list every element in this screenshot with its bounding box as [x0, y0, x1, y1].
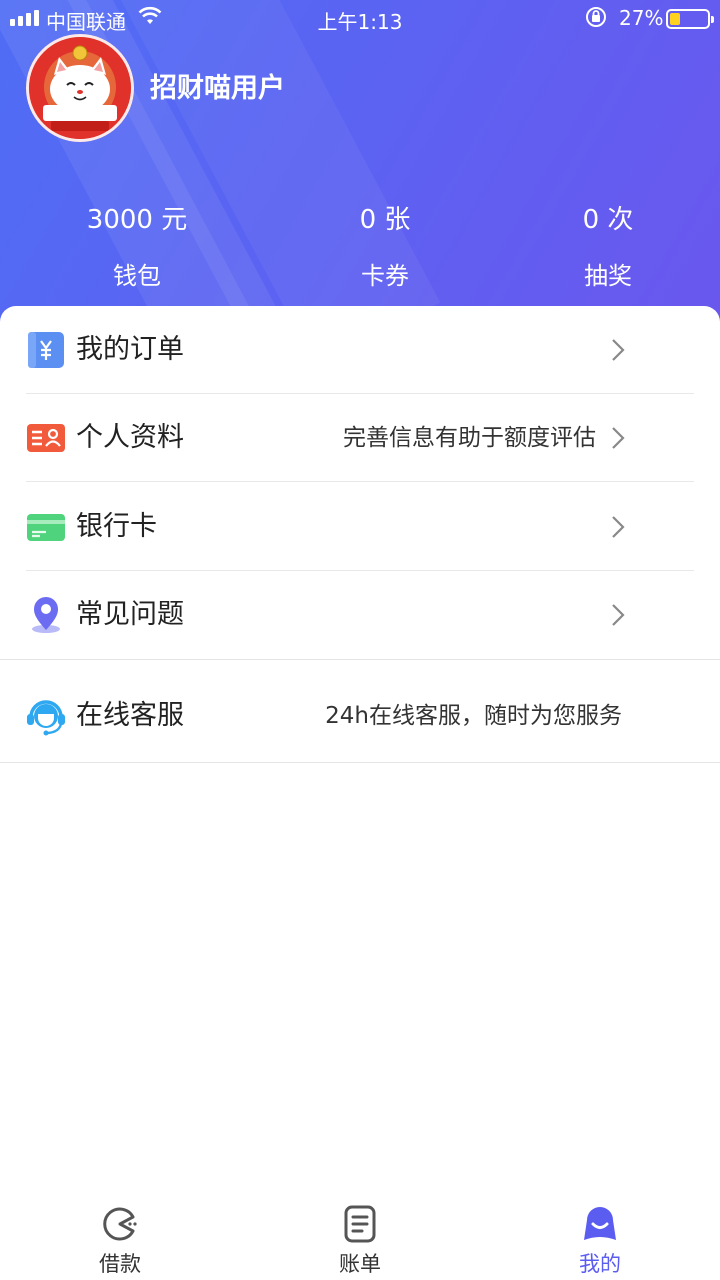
clock-label: 上午1:13: [317, 10, 403, 34]
menu-item-label: 个人资料: [76, 422, 184, 453]
loan-icon: [103, 1207, 137, 1241]
battery-icon: [666, 9, 714, 29]
coupons-value: 0 张: [359, 205, 411, 235]
battery-percent: 27%: [619, 6, 664, 30]
battery-level: [670, 13, 680, 25]
chevron-right-icon: [612, 427, 625, 449]
menu-item-label: 银行卡: [76, 511, 157, 542]
lottery-label: 抽奖: [584, 262, 632, 290]
menu-item-hint: 完善信息有助于额度评估: [343, 425, 596, 451]
stat-coupons[interactable]: 0 张 卡券: [265, 200, 505, 291]
my-account-page: 中国联通 上午1:13 27% 招财喵用户 3000 元 钱包 0 张 卡券 0…: [0, 0, 720, 1280]
chevron-right-icon: [612, 604, 625, 626]
menu-item-faq[interactable]: 常见问题: [0, 571, 720, 659]
tab-label: 借款: [99, 1252, 141, 1276]
menu-item-orders[interactable]: 我的订单: [0, 306, 720, 394]
menu-item-label: 常见问题: [76, 599, 184, 630]
menu-card: 我的订单 个人资料 完善信息有助于额度评估 银行卡 常见问题 在线客服 24h在…: [0, 306, 720, 766]
location-faq-icon: [32, 597, 60, 633]
username: 招财喵用户: [150, 73, 285, 104]
tab-mine[interactable]: 我的: [540, 1204, 660, 1278]
profile-header: 中国联通 上午1:13 27% 招财喵用户 3000 元 钱包 0 张 卡券 0…: [0, 0, 720, 330]
mine-icon: [584, 1207, 616, 1240]
tab-label: 账单: [339, 1252, 381, 1276]
headset-icon: [27, 700, 65, 736]
menu-item-label: 我的订单: [76, 334, 184, 365]
order-yuan-icon: [28, 332, 64, 368]
stat-lottery[interactable]: 0 次 抽奖: [488, 200, 720, 291]
stat-wallet[interactable]: 3000 元 钱包: [17, 200, 257, 291]
lottery-value: 0 次: [582, 205, 634, 235]
service-label: 在线客服: [76, 700, 184, 731]
avatar[interactable]: [26, 34, 134, 142]
menu-item-online-service[interactable]: 在线客服 24h在线客服，随时为您服务: [0, 670, 720, 762]
chevron-right-icon: [612, 339, 625, 361]
bank-card-icon: [27, 514, 65, 541]
coupons-label: 卡券: [361, 262, 409, 290]
wallet-value: 3000 元: [86, 205, 188, 235]
service-hint: 24h在线客服，随时为您服务: [325, 703, 622, 729]
menu-item-profile[interactable]: 个人资料 完善信息有助于额度评估: [0, 394, 720, 482]
rotation-lock-icon: [584, 5, 608, 34]
chevron-right-icon: [612, 516, 625, 538]
bill-icon: [344, 1205, 376, 1243]
menu-item-bank-card[interactable]: 银行卡: [0, 483, 720, 571]
tab-loan[interactable]: 借款: [60, 1204, 180, 1278]
tab-bill[interactable]: 账单: [300, 1204, 420, 1278]
bottom-tab-bar: 借款 账单 我的: [0, 1190, 720, 1280]
tab-label: 我的: [579, 1252, 621, 1276]
status-bar: 中国联通 上午1:13 27%: [0, 0, 720, 38]
wallet-label: 钱包: [113, 262, 161, 290]
lucky-cat-logo-icon: [29, 37, 131, 139]
profile-card-icon: [27, 424, 65, 452]
